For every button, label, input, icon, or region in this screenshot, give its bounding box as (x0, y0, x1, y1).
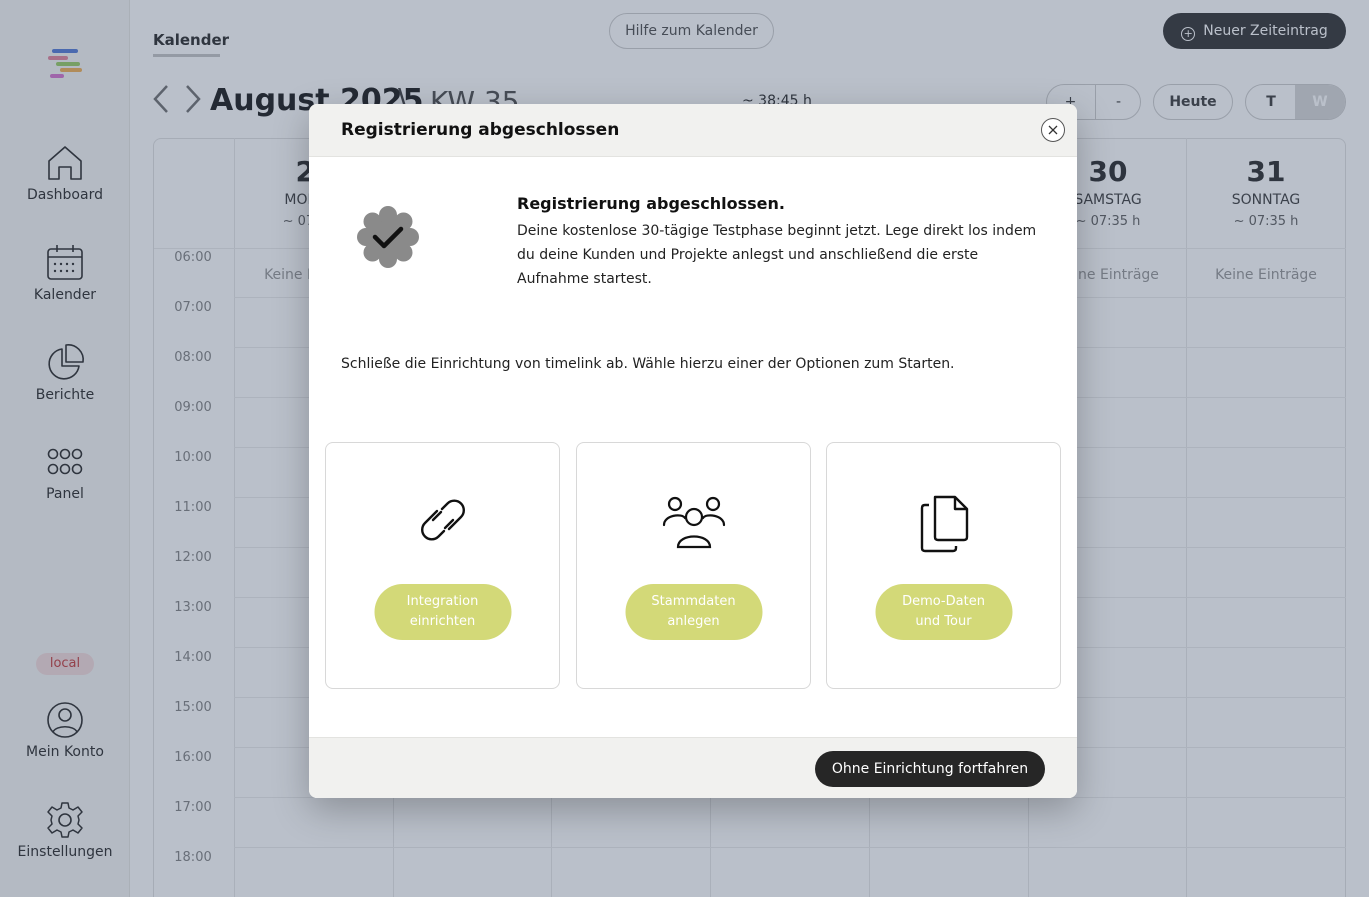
dialog-title: Registrierung abgeschlossen (341, 120, 620, 140)
success-heading: Registrierung abgeschlossen. (517, 194, 785, 213)
success-text: Deine kostenlose 30-tägige Testphase beg… (517, 223, 1037, 287)
master-data-button[interactable]: Stammdaten anlegen (625, 584, 762, 640)
continue-without-setup-button[interactable]: Ohne Einrichtung fortfahren (815, 751, 1045, 787)
documents-icon (920, 495, 968, 553)
demo-data-tour-button[interactable]: Demo-Daten und Tour (875, 584, 1012, 640)
verified-badge-icon (357, 206, 419, 268)
registration-complete-dialog: Registrierung abgeschlossen Registrierun… (309, 104, 1077, 798)
option-card-demo[interactable]: Demo-Daten und Tour (826, 442, 1061, 689)
integration-setup-button[interactable]: Integration einrichten (374, 584, 511, 640)
option-card-master-data[interactable]: Stammdaten anlegen (576, 442, 811, 689)
close-button[interactable] (1041, 118, 1065, 142)
users-group-icon (662, 496, 725, 549)
dialog-footer: Ohne Einrichtung fortfahren (309, 737, 1077, 798)
close-icon (1048, 125, 1058, 135)
dialog-header: Registrierung abgeschlossen (309, 104, 1077, 157)
setup-instructions: Schließe die Einrichtung von timelink ab… (341, 356, 955, 372)
option-card-integration[interactable]: Integration einrichten (325, 442, 560, 689)
link-icon (420, 499, 465, 541)
